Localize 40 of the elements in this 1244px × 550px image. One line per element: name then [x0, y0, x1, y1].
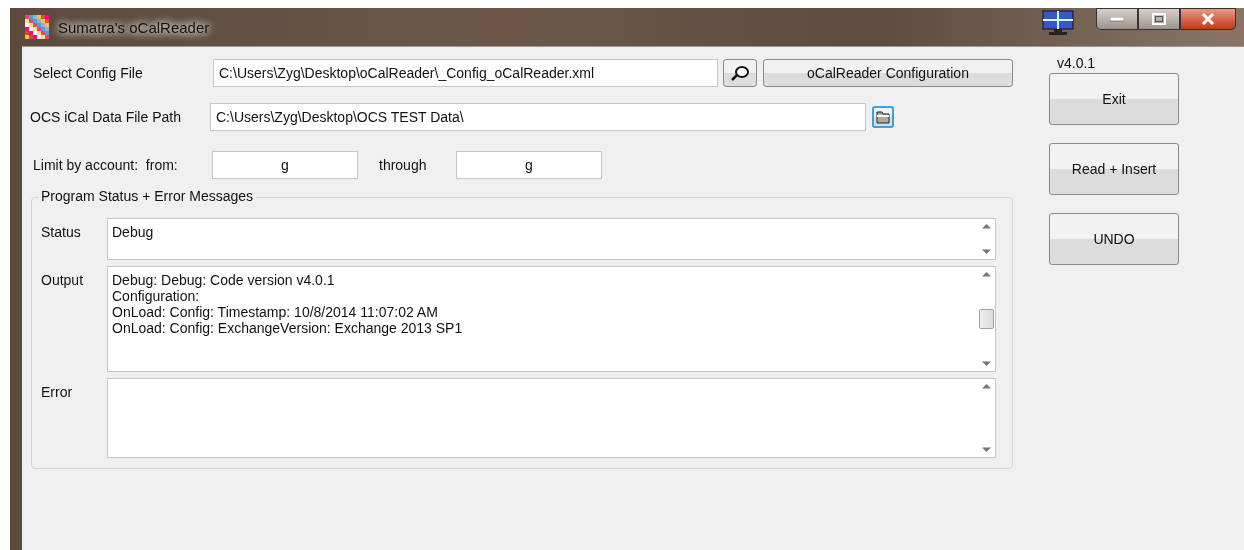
data-path-field[interactable]: C:\Users\Zyg\Desktop\OCS TEST Data\	[210, 103, 866, 131]
minimize-icon	[1110, 16, 1124, 22]
maximize-button[interactable]	[1138, 8, 1180, 30]
action-button[interactable]: UNDO	[1049, 213, 1179, 265]
group-title: Program Status + Error Messages	[38, 188, 257, 204]
close-button[interactable]	[1180, 8, 1236, 30]
scroll-down-icon[interactable]	[982, 447, 991, 453]
field-label: Status	[41, 223, 82, 242]
scroll-down-icon[interactable]	[982, 361, 991, 367]
through-field[interactable]: g	[456, 151, 602, 179]
maximize-icon	[1152, 13, 1166, 25]
field-label: Limit by account: from:	[33, 157, 179, 173]
search-icon	[731, 65, 749, 81]
folder-icon	[876, 110, 890, 124]
field-label: Output	[41, 271, 85, 290]
app-icon	[24, 14, 50, 40]
message-field[interactable]: Debug	[107, 218, 996, 260]
configuration-button[interactable]: oCalReader Configuration	[763, 59, 1013, 87]
monitor-icon[interactable]	[1042, 10, 1074, 36]
search-button[interactable]	[723, 59, 757, 87]
message-field[interactable]: Debug: Debug: Code version v4.0.1 Configuration: OnLoad: Config: Timestamp: 10/8/2014 11:07:02 AM OnLoad: Config: ExchangeVersion: Exchange 2013 SP1	[107, 266, 996, 372]
field-label: through	[379, 157, 428, 173]
action-button[interactable]: Read + Insert	[1049, 143, 1179, 195]
scroll-up-icon[interactable]	[982, 223, 991, 229]
action-button[interactable]: Exit	[1049, 73, 1179, 125]
scroll-down-icon[interactable]	[982, 249, 991, 255]
folder-button[interactable]	[872, 106, 894, 128]
message-field[interactable]	[107, 378, 996, 458]
close-icon	[1201, 13, 1215, 25]
scroll-up-icon[interactable]	[982, 383, 991, 389]
version-label: v4.0.1	[1057, 55, 1096, 71]
field-label: Select Config File	[33, 65, 144, 81]
window-title: Sumatra's oCalReader	[58, 18, 210, 36]
config-file-field[interactable]: C:\Users\Zyg\Desktop\oCalReader\_Config_oCalReader.xml	[213, 59, 718, 87]
minimize-button[interactable]	[1096, 8, 1138, 30]
scroll-up-icon[interactable]	[982, 271, 991, 277]
from-field[interactable]: g	[212, 151, 358, 179]
field-label: OCS iCal Data File Path	[30, 109, 182, 125]
field-label: Error	[41, 383, 74, 402]
scroll-thumb[interactable]	[979, 309, 994, 329]
